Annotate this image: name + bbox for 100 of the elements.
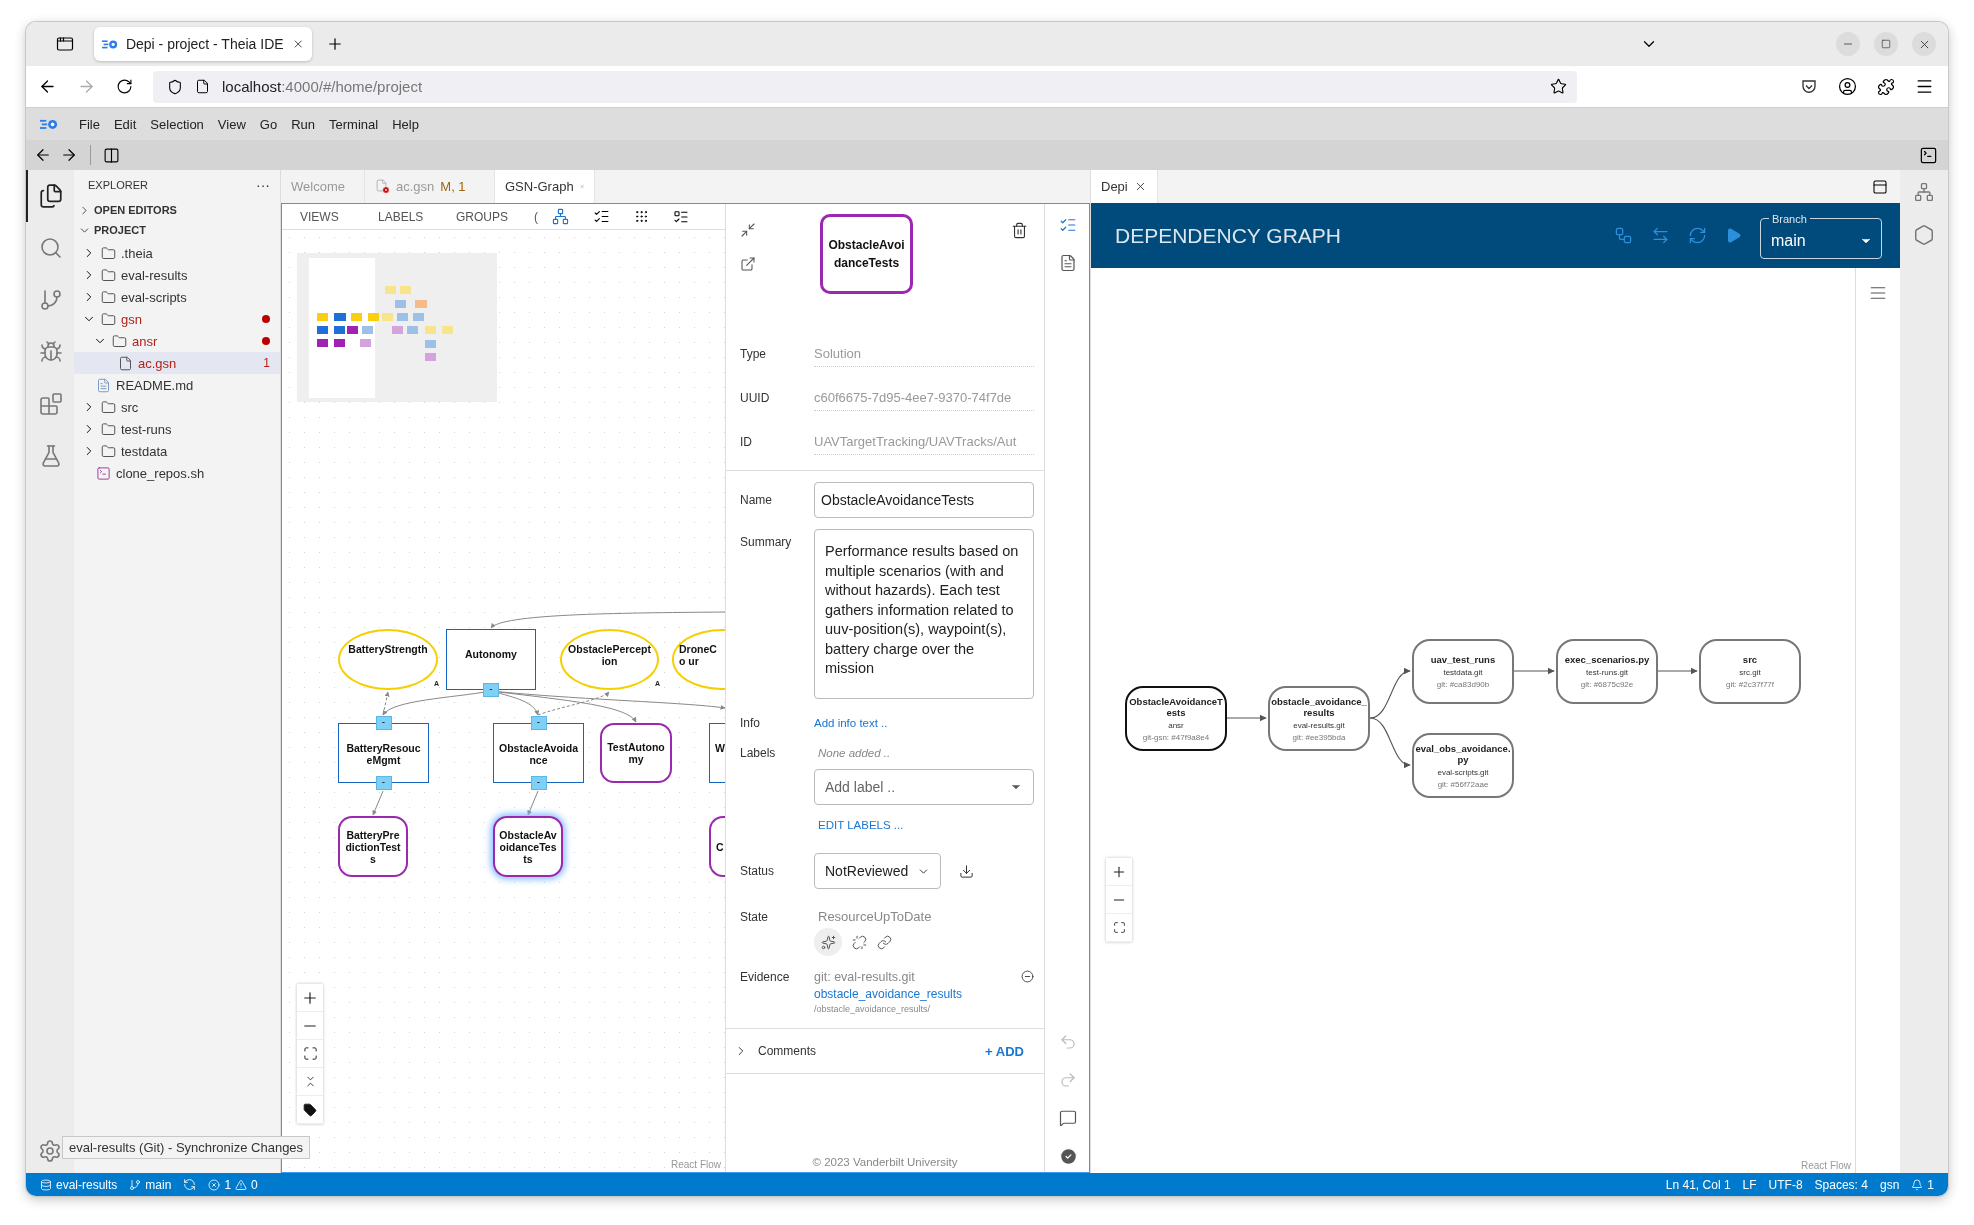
- edit-labels-link[interactable]: EDIT LABELS ...: [814, 819, 904, 831]
- fit-view-icon[interactable]: [1112, 921, 1126, 934]
- menu-icon[interactable]: [1915, 77, 1934, 96]
- editor-tab[interactable]: GSN-Graph: [495, 170, 595, 203]
- view-tab[interactable]: VIEWS: [300, 209, 372, 224]
- tree-row[interactable]: testdata: [74, 440, 280, 462]
- back-icon[interactable]: [34, 146, 52, 164]
- view-tab[interactable]: GROUPS: [456, 209, 528, 224]
- new-tab-icon[interactable]: [326, 35, 344, 53]
- address-field[interactable]: localhost:4000/#/home/project: [153, 70, 1577, 103]
- forward-icon[interactable]: [60, 146, 78, 164]
- settings-icon[interactable]: [38, 1139, 62, 1163]
- account-icon[interactable]: [1838, 77, 1857, 96]
- dependency-node[interactable]: src src.git git: #2c37f77f: [1699, 639, 1801, 704]
- remove-icon[interactable]: [1021, 970, 1034, 983]
- hierarchy-icon[interactable]: [552, 208, 569, 225]
- tree-row[interactable]: ansr: [74, 330, 280, 352]
- collapse-handle[interactable]: -: [375, 776, 392, 790]
- dependency-node[interactable]: uav_test_runs testdata.git git: #ca83d90b: [1412, 639, 1514, 704]
- list-icon[interactable]: [593, 208, 610, 225]
- refresh-icon[interactable]: [1688, 226, 1707, 245]
- diagram-icon[interactable]: [1914, 182, 1934, 202]
- problems-status[interactable]: 1 0: [208, 1177, 258, 1192]
- fit-view-icon[interactable]: [302, 1046, 318, 1061]
- link-icon[interactable]: [877, 934, 892, 950]
- label-button[interactable]: [297, 1096, 323, 1124]
- status-item[interactable]: Ln 41, Col 1: [1665, 1177, 1731, 1192]
- extensions-icon[interactable]: [1877, 77, 1895, 96]
- external-link-icon[interactable]: [740, 256, 756, 272]
- hierarchy-icon[interactable]: [1614, 226, 1633, 245]
- trash-icon[interactable]: [1011, 222, 1028, 239]
- branch-select[interactable]: Branch main: [1760, 212, 1882, 259]
- collapse-handle[interactable]: -: [375, 716, 392, 730]
- evidence-link[interactable]: obstacle_avoidance_results: [814, 987, 1034, 1001]
- status-item[interactable]: Spaces: 4: [1814, 1177, 1868, 1192]
- zoom-in-button[interactable]: [1106, 858, 1132, 886]
- dependency-node[interactable]: ObstacleAvoidanceTests ansr git-gsn: #47f9a8e4: [1125, 686, 1227, 751]
- tree-row[interactable]: test-runs: [74, 418, 280, 440]
- flask-icon[interactable]: [39, 444, 63, 468]
- collapse-icon[interactable]: [740, 222, 756, 238]
- unlink-icon[interactable]: [852, 934, 867, 950]
- dependency-node[interactable]: exec_scenarios.py test-runs.git git: #6875c92e: [1556, 639, 1658, 704]
- solution-node[interactable]: ObstacleAvoidanceTests: [493, 816, 563, 877]
- repo-status[interactable]: eval-results: [40, 1177, 118, 1192]
- tree-row[interactable]: src: [74, 396, 280, 418]
- swap-icon[interactable]: [1651, 226, 1670, 245]
- summary-field[interactable]: Performance results based on multiple scenarios (with and without hazards). Each test gathers information related to uuv-position(s), waypoint(s), battery charge over the mission: [814, 529, 1034, 699]
- menu-item[interactable]: Selection: [143, 116, 211, 132]
- tree-row[interactable]: eval-scripts: [74, 286, 280, 308]
- bug-icon[interactable]: [39, 340, 63, 364]
- dependency-node[interactable]: eval_obs_avoidance.py eval-scripts.git git: #56f72aae: [1412, 733, 1514, 798]
- solution-node[interactable]: TestAutonomy: [600, 723, 672, 783]
- fit-view-button[interactable]: [1106, 914, 1132, 942]
- tree-row[interactable]: README.md: [74, 374, 280, 396]
- menu-item[interactable]: Terminal: [322, 116, 386, 132]
- tag-icon[interactable]: [303, 1102, 317, 1117]
- pocket-icon[interactable]: [1800, 77, 1818, 96]
- editor-tab[interactable]: Depi: [1091, 170, 1158, 203]
- menu-item[interactable]: Run: [284, 116, 322, 132]
- tree-row[interactable]: .theia: [74, 242, 280, 264]
- add-info-link[interactable]: Add info text ..: [814, 717, 888, 729]
- sparkle-icon[interactable]: [820, 934, 836, 950]
- check-icon[interactable]: [1058, 1147, 1078, 1166]
- more-button[interactable]: ···: [256, 177, 270, 193]
- browser-tab[interactable]: Depi - project - Theia IDE: [94, 27, 312, 61]
- terminal-icon[interactable]: [1919, 145, 1938, 165]
- window-icon[interactable]: [56, 35, 74, 53]
- dependency-node[interactable]: obstacle_avoidance_results eval-results.git git: #ee395bda: [1268, 686, 1370, 751]
- name-field[interactable]: ObstacleAvoidanceTests: [814, 482, 1034, 518]
- strategy-node[interactable]: W: [709, 723, 725, 783]
- layout-icon[interactable]: [103, 146, 120, 164]
- menu-item[interactable]: Go: [252, 116, 285, 132]
- zoom-in-button[interactable]: [297, 984, 323, 1012]
- solution-node[interactable]: C: [709, 816, 725, 877]
- tree-row[interactable]: eval-results: [74, 264, 280, 286]
- notifications-status[interactable]: 1: [1911, 1177, 1934, 1192]
- maximize-icon[interactable]: [1881, 39, 1891, 49]
- tree-row[interactable]: ac.gsn 1: [74, 352, 280, 374]
- section-header[interactable]: OPEN EDITORS: [74, 200, 280, 220]
- reload-icon[interactable]: [116, 78, 133, 95]
- tree-row[interactable]: clone_repos.sh: [74, 462, 280, 484]
- hexagon-icon[interactable]: [1913, 224, 1935, 246]
- add-label-select[interactable]: Add label ..: [814, 769, 1034, 805]
- status-item[interactable]: LF: [1742, 1177, 1757, 1192]
- section-header[interactable]: PROJECT: [74, 220, 280, 240]
- update-button[interactable]: [814, 928, 842, 956]
- grid-icon[interactable]: [634, 209, 649, 224]
- comment-icon[interactable]: [1059, 1109, 1077, 1127]
- view-tab[interactable]: (: [534, 209, 546, 224]
- files-icon[interactable]: [38, 183, 64, 209]
- bookmark-star-icon[interactable]: [1550, 78, 1567, 95]
- collapse-handle[interactable]: -: [530, 716, 547, 730]
- blocks-icon[interactable]: [39, 392, 63, 416]
- close-button[interactable]: [1912, 32, 1936, 56]
- menu-item[interactable]: Edit: [106, 116, 144, 132]
- download-icon[interactable]: [959, 863, 974, 879]
- back-icon[interactable]: [38, 77, 57, 96]
- menu-item[interactable]: File: [72, 116, 107, 132]
- branch-status[interactable]: main: [129, 1177, 172, 1192]
- fit-view-button[interactable]: [297, 1040, 323, 1068]
